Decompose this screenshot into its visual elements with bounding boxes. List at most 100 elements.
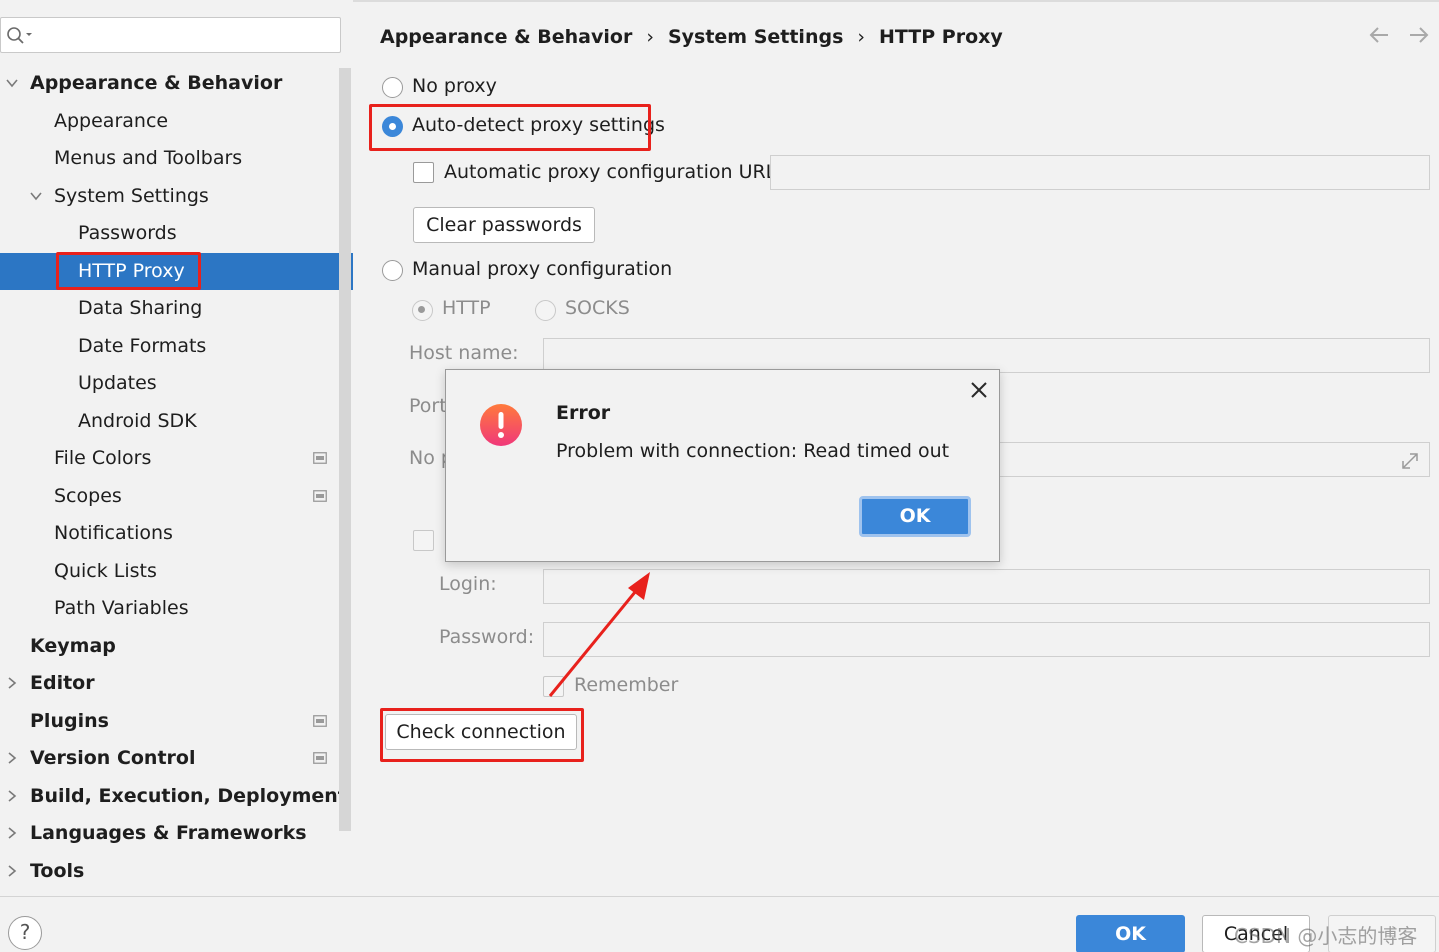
check-connection-button[interactable]: Check connection xyxy=(385,714,577,750)
chevron-right-icon[interactable] xyxy=(6,827,18,839)
expand-icon[interactable] xyxy=(1399,450,1421,472)
password-label: Password: xyxy=(439,626,535,648)
breadcrumb-item-system-settings[interactable]: System Settings xyxy=(668,22,843,52)
ok-button[interactable]: OK xyxy=(1076,915,1185,952)
sidebar-item-label: System Settings xyxy=(54,184,209,207)
sidebar-item-system-settings[interactable]: System Settings xyxy=(0,178,353,215)
chevron-right-icon[interactable] xyxy=(6,789,18,802)
sidebar-item-languages-frameworks[interactable]: Languages & Frameworks xyxy=(0,815,353,852)
sidebar-item-scopes[interactable]: Scopes xyxy=(0,478,353,515)
sidebar-scrollbar[interactable] xyxy=(339,68,351,831)
socks-label: SOCKS xyxy=(565,297,630,319)
login-label: Login: xyxy=(439,573,497,595)
top-divider xyxy=(353,0,1439,2)
socks-radio[interactable] xyxy=(535,300,556,321)
breadcrumb-separator: › xyxy=(646,26,654,48)
auto-detect-radio[interactable] xyxy=(382,116,403,137)
sidebar-item-appearance-behavior[interactable]: Appearance & Behavior xyxy=(0,65,353,102)
sidebar-item-plugins[interactable]: Plugins xyxy=(0,703,353,740)
sidebar-item-appearance[interactable]: Appearance xyxy=(0,103,353,140)
auto-config-url-checkbox[interactable] xyxy=(413,162,434,183)
sidebar-item-notifications[interactable]: Notifications xyxy=(0,515,353,552)
host-name-label: Host name: xyxy=(409,342,519,364)
sidebar-item-passwords[interactable]: Passwords xyxy=(0,215,353,252)
dialog-ok-button[interactable]: OK xyxy=(859,496,971,537)
auto-config-url-label: Automatic proxy configuration URL: xyxy=(444,161,783,183)
http-label: HTTP xyxy=(442,297,491,319)
back-arrow-icon[interactable] xyxy=(1367,24,1391,46)
sidebar-item-date-formats[interactable]: Date Formats xyxy=(0,328,353,365)
port-label: Port xyxy=(409,395,447,417)
manual-proxy-radio[interactable] xyxy=(382,260,403,281)
no-proxy-label: No proxy xyxy=(412,75,497,97)
sidebar-item-label: Data Sharing xyxy=(78,297,203,319)
close-icon[interactable] xyxy=(969,380,989,400)
settings-sidebar: Appearance & Behavior Appearance Menus and… xyxy=(0,0,353,896)
clear-passwords-button[interactable]: Clear passwords xyxy=(413,207,595,243)
annotation-arrow xyxy=(548,572,650,697)
password-field[interactable] xyxy=(543,622,1430,657)
sidebar-item-tools[interactable]: Tools xyxy=(0,853,353,890)
sidebar-item-data-sharing[interactable]: Data Sharing xyxy=(0,290,353,327)
dialog-footer: ? OK Cancel CSDN @小志的博客 xyxy=(0,896,1439,952)
login-field[interactable] xyxy=(543,569,1430,604)
breadcrumb-separator: › xyxy=(857,26,865,48)
sidebar-item-label: HTTP Proxy xyxy=(78,259,185,282)
sidebar-item-editor[interactable]: Editor xyxy=(0,665,353,702)
proxy-auth-checkbox[interactable] xyxy=(413,530,434,551)
breadcrumb-item-appearance-behavior[interactable]: Appearance & Behavior xyxy=(380,22,632,52)
sidebar-item-keymap[interactable]: Keymap xyxy=(0,628,353,665)
sidebar-item-label: Keymap xyxy=(30,634,116,657)
manual-proxy-label: Manual proxy configuration xyxy=(412,258,673,280)
search-input[interactable] xyxy=(0,17,341,53)
host-name-field[interactable] xyxy=(543,338,1430,373)
project-level-icon xyxy=(313,489,327,502)
sidebar-item-label: Notifications xyxy=(54,522,173,544)
sidebar-item-label: Quick Lists xyxy=(54,559,157,582)
sidebar-item-label: Updates xyxy=(78,372,157,394)
sidebar-item-label: Scopes xyxy=(54,484,122,507)
sidebar-item-quick-lists[interactable]: Quick Lists xyxy=(0,553,353,590)
error-icon xyxy=(480,404,522,446)
sidebar-item-android-sdk[interactable]: Android SDK xyxy=(0,403,353,440)
sidebar-item-label: Editor xyxy=(30,672,95,694)
dialog-message: Problem with connection: Read timed out xyxy=(556,440,950,462)
sidebar-item-file-colors[interactable]: File Colors xyxy=(0,440,353,477)
sidebar-item-label: Path Variables xyxy=(54,597,189,619)
chevron-right-icon[interactable] xyxy=(6,752,18,764)
http-radio[interactable] xyxy=(412,300,433,321)
chevron-down-icon[interactable] xyxy=(6,77,18,89)
sidebar-item-label: Build, Execution, Deployment xyxy=(30,784,347,807)
search-icon xyxy=(7,27,32,44)
project-level-icon xyxy=(313,452,327,464)
chevron-right-icon[interactable] xyxy=(6,677,18,689)
no-proxy-for-field[interactable] xyxy=(995,442,1430,477)
watermark: CSDN @小志的博客 xyxy=(1234,924,1418,948)
sidebar-item-http-proxy[interactable]: HTTP Proxy xyxy=(0,252,353,290)
chevron-right-icon[interactable] xyxy=(6,864,18,877)
breadcrumb: Appearance & Behavior › System Settings › HT… xyxy=(380,22,1003,52)
auto-detect-label: Auto-detect proxy settings xyxy=(412,114,665,136)
sidebar-item-label: Languages & Frameworks xyxy=(30,822,307,844)
project-level-icon xyxy=(313,752,327,764)
no-proxy-radio[interactable] xyxy=(382,77,403,98)
sidebar-item-menus-and-toolbars[interactable]: Menus and Toolbars xyxy=(0,140,353,177)
forward-arrow-icon[interactable] xyxy=(1407,24,1431,46)
dialog-title: Error xyxy=(556,402,611,424)
sidebar-item-version-control[interactable]: Version Control xyxy=(0,740,353,777)
sidebar-item-updates[interactable]: Updates xyxy=(0,365,353,402)
sidebar-item-path-variables[interactable]: Path Variables xyxy=(0,590,353,627)
help-button[interactable]: ? xyxy=(8,916,42,950)
sidebar-item-label: Passwords xyxy=(78,222,177,244)
error-dialog: Error Problem with connection: Read time… xyxy=(445,369,1000,562)
chevron-down-icon[interactable] xyxy=(30,190,42,202)
project-level-icon xyxy=(313,714,327,727)
sidebar-item-label: Appearance & Behavior xyxy=(30,72,283,94)
sidebar-item-label: Plugins xyxy=(30,709,109,732)
sidebar-item-label: Android SDK xyxy=(78,409,197,432)
sidebar-item-label: Date Formats xyxy=(78,334,207,357)
auto-config-url-field[interactable] xyxy=(770,155,1430,190)
sidebar-item-build-execution-deployment[interactable]: Build, Execution, Deployment xyxy=(0,778,353,815)
sidebar-item-label: Menus and Toolbars xyxy=(54,147,243,169)
breadcrumb-item-http-proxy: HTTP Proxy xyxy=(879,26,1003,48)
